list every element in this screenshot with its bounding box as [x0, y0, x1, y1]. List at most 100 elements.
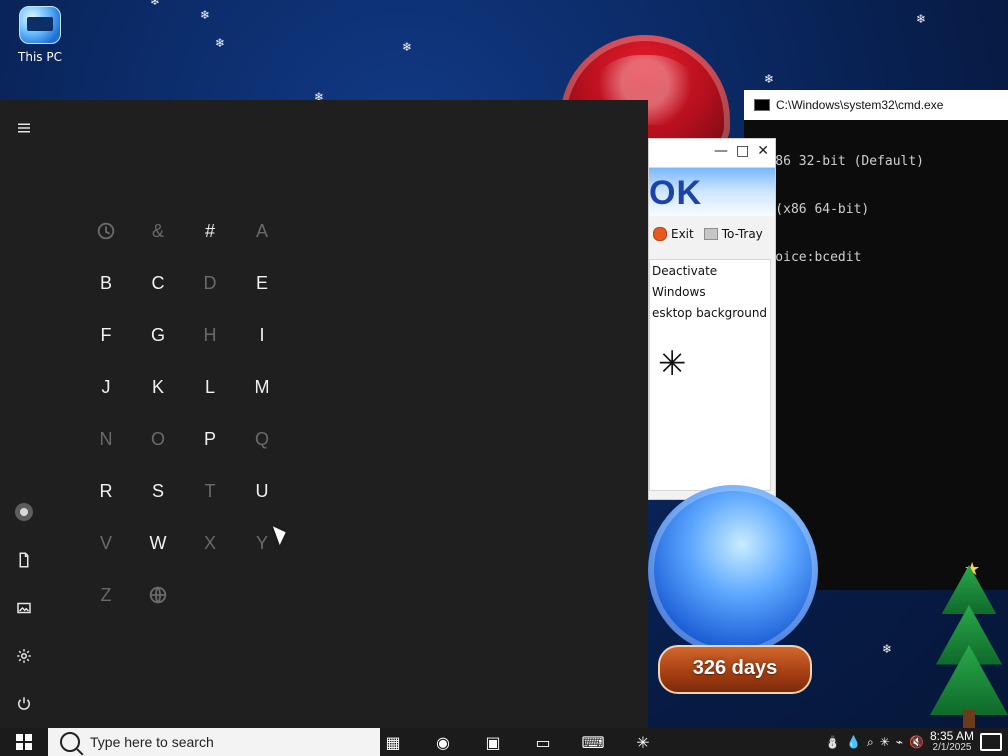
- letter-label: V: [99, 532, 112, 553]
- snowflake-burst-icon: ✳: [658, 344, 687, 384]
- app-titlebar[interactable]: — □ ✕: [649, 139, 775, 168]
- letter-cell[interactable]: S: [132, 465, 184, 517]
- clock-icon: [97, 222, 115, 240]
- power-button[interactable]: [0, 680, 48, 728]
- letter-cell: Q: [236, 413, 288, 465]
- snow-globe-glass: [648, 485, 818, 655]
- window-controls[interactable]: — □ ✕: [714, 143, 769, 159]
- letter-cell[interactable]: G: [132, 309, 184, 361]
- letter-label: #: [204, 220, 215, 241]
- desktop-icon-this-pc[interactable]: This PC: [12, 6, 68, 64]
- document-icon: [19, 552, 29, 568]
- exit-button[interactable]: Exit: [653, 227, 694, 241]
- letter-cell[interactable]: J: [80, 361, 132, 413]
- firefox-button[interactable]: ◉: [424, 728, 462, 756]
- settings-button[interactable]: [0, 632, 48, 680]
- tray-drop-icon[interactable]: 💧: [846, 735, 861, 749]
- option-item[interactable]: Deactivate: [650, 260, 770, 281]
- snowflake-icon: ❄: [764, 72, 775, 86]
- letter-cell[interactable]: W: [132, 517, 184, 569]
- options-panel: Deactivate Windows esktop background ✳: [649, 259, 771, 491]
- letter-cell[interactable]: I: [236, 309, 288, 361]
- letter-label: X: [203, 532, 216, 553]
- menu-button[interactable]: [0, 104, 48, 152]
- letter-cell[interactable]: R: [80, 465, 132, 517]
- letter-label: J: [101, 376, 111, 397]
- letter-cell[interactable]: #: [184, 205, 236, 257]
- letter-label: A: [255, 220, 268, 241]
- letter-label: N: [99, 428, 113, 449]
- minimize-icon[interactable]: —: [714, 143, 728, 159]
- letter-label: O: [150, 428, 165, 449]
- terminal-icon: ⌨: [581, 732, 605, 752]
- letter-label: Y: [255, 532, 268, 553]
- banner-text: OK: [649, 174, 702, 212]
- globe-icon: [149, 586, 167, 604]
- exit-icon: [653, 227, 667, 241]
- to-tray-button[interactable]: To-Tray: [703, 227, 763, 241]
- app-banner: OK: [649, 168, 775, 216]
- task-view-button[interactable]: ▦: [374, 728, 412, 756]
- letter-cell[interactable]: F: [80, 309, 132, 361]
- maximize-icon[interactable]: □: [736, 143, 749, 159]
- gear-icon: [17, 649, 31, 663]
- computer-icon: [19, 6, 61, 44]
- taskbar-search[interactable]: Type here to search: [48, 728, 380, 756]
- desktop-icon-label: This PC: [18, 50, 62, 64]
- pictures-button[interactable]: [0, 584, 48, 632]
- tray-search-icon[interactable]: ⌕: [867, 735, 874, 750]
- user-button[interactable]: [0, 488, 48, 536]
- letter-cell[interactable]: K: [132, 361, 184, 413]
- volume-icon[interactable]: 🔇: [909, 735, 924, 749]
- tray-app-icon[interactable]: ⛄: [825, 735, 840, 749]
- letter-label: C: [151, 272, 165, 293]
- snow-app-button[interactable]: ✳: [624, 728, 662, 756]
- letter-label: P: [203, 428, 216, 449]
- cmd-taskbar-button[interactable]: ⌨: [574, 728, 612, 756]
- cmd-titlebar[interactable]: C:\Windows\system32\cmd.exe: [744, 90, 1008, 120]
- date-text: 2/1/2025: [932, 742, 972, 753]
- documents-button[interactable]: [0, 536, 48, 584]
- image-icon: [17, 602, 31, 614]
- letter-cell: [80, 205, 132, 257]
- letter-label: B: [99, 272, 112, 293]
- close-icon[interactable]: ✕: [757, 143, 769, 159]
- letter-cell: Z: [80, 569, 132, 621]
- file-explorer-button[interactable]: ▣: [474, 728, 512, 756]
- option-item[interactable]: esktop background: [650, 302, 770, 323]
- snow-globe-widget: 326 days: [648, 485, 818, 700]
- taskbar: Type here to search ▦ ◉ ▣ ▭ ⌨ ✳ ⛄ 💧 ⌕ ✳ …: [0, 728, 1008, 756]
- app-toolbar: Exit To-Tray: [649, 216, 775, 252]
- letter-cell: D: [184, 257, 236, 309]
- app-button[interactable]: ▭: [524, 728, 562, 756]
- letter-cell[interactable]: L: [184, 361, 236, 413]
- app-window[interactable]: — □ ✕ OK Exit To-Tray Deactivate Windows…: [648, 138, 776, 500]
- letter-cell[interactable]: P: [184, 413, 236, 465]
- letter-cell[interactable]: C: [132, 257, 184, 309]
- snowflake-icon: ❄: [150, 0, 161, 8]
- snowflake-icon: ❄: [916, 12, 927, 26]
- option-item[interactable]: Windows: [650, 281, 770, 302]
- search-placeholder: Type here to search: [90, 734, 214, 750]
- tray-snow-icon[interactable]: ✳: [880, 735, 890, 749]
- notifications-icon[interactable]: [980, 733, 1002, 751]
- clock[interactable]: 8:35 AM 2/1/2025: [930, 730, 974, 754]
- snowflake-icon: ❄: [215, 36, 226, 50]
- letter-cell[interactable]: U: [236, 465, 288, 517]
- letter-label: I: [259, 324, 265, 345]
- letter-cell: T: [184, 465, 236, 517]
- letter-cell[interactable]: E: [236, 257, 288, 309]
- letter-cell[interactable]: M: [236, 361, 288, 413]
- letter-label: &: [151, 220, 164, 241]
- letter-cell: O: [132, 413, 184, 465]
- letter-label: R: [99, 480, 113, 501]
- network-icon[interactable]: ⌁: [896, 735, 903, 749]
- start-button[interactable]: [0, 728, 48, 756]
- letter-cell: [132, 569, 184, 621]
- cmd-line: 64 (x86 64-bit): [744, 202, 870, 217]
- letter-label: D: [203, 272, 217, 293]
- snow-globe-base: 326 days: [658, 645, 812, 694]
- cmd-title: C:\Windows\system32\cmd.exe: [776, 98, 944, 112]
- letter-label: S: [151, 480, 164, 501]
- letter-cell[interactable]: B: [80, 257, 132, 309]
